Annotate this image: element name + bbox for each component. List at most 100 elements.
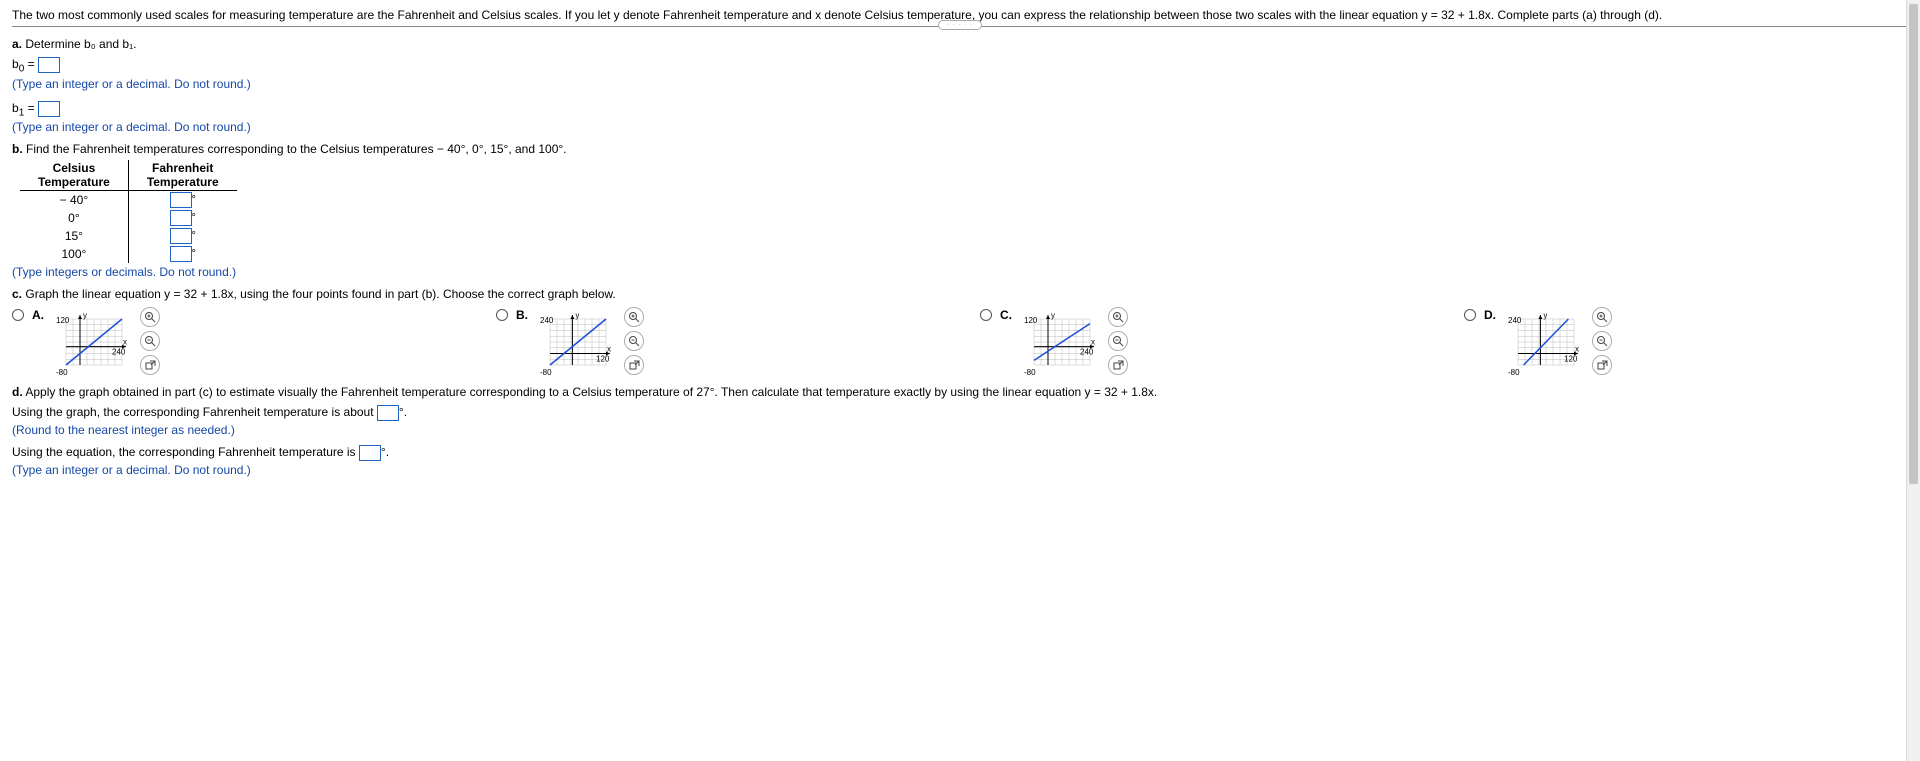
scrollbar-thumb[interactable] [1909, 4, 1918, 484]
svg-text:-80: -80 [540, 368, 552, 377]
radio-a[interactable] [12, 309, 24, 321]
popout-icon[interactable] [1592, 355, 1612, 375]
temperature-table: CelsiusTemperature FahrenheitTemperature… [20, 160, 237, 263]
zoom-in-icon[interactable] [140, 307, 160, 327]
svg-text:240: 240 [540, 316, 554, 325]
fahrenheit-input-3[interactable] [170, 246, 192, 262]
degree-symbol: ° [192, 230, 196, 242]
zoom-out-icon[interactable] [624, 331, 644, 351]
graph-thumbnail: y x 240 -80 120 [538, 307, 618, 377]
svg-text:-80: -80 [56, 368, 68, 377]
d-line2: Using the equation, the corresponding Fa… [12, 445, 1908, 461]
graph-tools [624, 307, 644, 375]
b0-input[interactable] [38, 57, 60, 73]
part-a-prefix: a. [12, 37, 22, 51]
degree-symbol: ° [192, 212, 196, 224]
celsius-cell: 100° [20, 245, 128, 263]
d-line2-pre: Using the equation, the corresponding Fa… [12, 445, 356, 459]
svg-text:y: y [575, 311, 579, 320]
part-d-prompt: d. Apply the graph obtained in part (c) … [12, 385, 1908, 399]
degree-symbol: ° [192, 194, 196, 206]
choice-label: C. [1000, 308, 1014, 322]
fahrenheit-input-0[interactable] [170, 192, 192, 208]
b1-label: b1 = [12, 101, 35, 115]
radio-b[interactable] [496, 309, 508, 321]
part-c-prefix: c. [12, 287, 22, 301]
celsius-cell: 15° [20, 227, 128, 245]
part-c-text: Graph the linear equation y = 32 + 1.8x,… [25, 287, 615, 301]
graph-svg: y x 120 -80 240 [54, 307, 134, 377]
zoom-in-icon[interactable] [1592, 307, 1612, 327]
graph-tools [140, 307, 160, 375]
radio-d[interactable] [1464, 309, 1476, 321]
b0-row: b0 = [12, 57, 1908, 75]
choice-label: A. [32, 308, 46, 322]
svg-text:120: 120 [1564, 355, 1578, 364]
popout-icon[interactable] [140, 355, 160, 375]
zoom-in-icon[interactable] [624, 307, 644, 327]
part-d-prefix: d. [12, 385, 23, 399]
part-a-text: Determine b₀ and b₁. [25, 37, 136, 51]
radio-c[interactable] [980, 309, 992, 321]
graph-thumbnail: y x 240 -80 120 [1506, 307, 1586, 377]
zoom-in-icon[interactable] [1108, 307, 1128, 327]
svg-text:y: y [1051, 311, 1055, 320]
graph-tools [1108, 307, 1128, 375]
d-line2-post: °. [381, 445, 389, 459]
zoom-out-icon[interactable] [140, 331, 160, 351]
svg-text:x: x [1091, 338, 1095, 347]
part-b-prefix: b. [12, 142, 23, 156]
svg-text:y: y [1543, 311, 1547, 320]
collapse-handle[interactable]: · · · · · [938, 20, 982, 30]
svg-text:y: y [83, 311, 87, 320]
b1-input[interactable] [38, 101, 60, 117]
choice-label: D. [1484, 308, 1498, 322]
part-d-text: Apply the graph obtained in part (c) to … [25, 385, 1157, 399]
header-fahrenheit: FahrenheitTemperature [128, 160, 236, 191]
table-row: 0° ° [20, 209, 237, 227]
d-line1-pre: Using the graph, the corresponding Fahre… [12, 405, 374, 419]
b0-label: b0 = [12, 57, 35, 71]
zoom-out-icon[interactable] [1108, 331, 1128, 351]
d-line1-post: °. [399, 405, 407, 419]
svg-text:120: 120 [1024, 316, 1038, 325]
d-graph-input[interactable] [377, 405, 399, 421]
celsius-cell: − 40° [20, 191, 128, 210]
table-row: 100° ° [20, 245, 237, 263]
choice-c: C. y x 120 -80 240 [980, 307, 1424, 377]
fahrenheit-input-2[interactable] [170, 228, 192, 244]
part-c-prompt: c. Graph the linear equation y = 32 + 1.… [12, 287, 1908, 301]
celsius-cell: 0° [20, 209, 128, 227]
graph-tools [1592, 307, 1612, 375]
choice-label: B. [516, 308, 530, 322]
d-hint2: (Type an integer or a decimal. Do not ro… [12, 463, 1908, 477]
svg-text:-80: -80 [1024, 368, 1036, 377]
b1-hint: (Type an integer or a decimal. Do not ro… [12, 120, 1908, 134]
choice-b: B. y x 240 -80 120 [496, 307, 940, 377]
svg-text:-80: -80 [1508, 368, 1520, 377]
svg-text:x: x [123, 338, 127, 347]
popout-icon[interactable] [624, 355, 644, 375]
svg-text:x: x [1575, 345, 1579, 354]
vertical-scrollbar[interactable] [1906, 0, 1920, 761]
graph-thumbnail: y x 120 -80 240 [1022, 307, 1102, 377]
popout-icon[interactable] [1108, 355, 1128, 375]
table-hint: (Type integers or decimals. Do not round… [12, 265, 1908, 279]
d-line1: Using the graph, the corresponding Fahre… [12, 405, 1908, 421]
graph-svg: y x 240 -80 120 [1506, 307, 1586, 377]
header-celsius: CelsiusTemperature [20, 160, 128, 191]
part-a-prompt: a. Determine b₀ and b₁. [12, 37, 1908, 51]
zoom-out-icon[interactable] [1592, 331, 1612, 351]
svg-text:240: 240 [1508, 316, 1522, 325]
svg-text:120: 120 [56, 316, 70, 325]
graph-svg: y x 240 -80 120 [538, 307, 618, 377]
d-hint1: (Round to the nearest integer as needed.… [12, 423, 1908, 437]
d-equation-input[interactable] [359, 445, 381, 461]
choice-d: D. y x 240 -80 120 [1464, 307, 1908, 377]
svg-text:240: 240 [1080, 348, 1094, 357]
svg-text:x: x [607, 345, 611, 354]
part-b-text: Find the Fahrenheit temperatures corresp… [26, 142, 567, 156]
svg-text:240: 240 [112, 348, 126, 357]
choice-a: A. y x 120 -80 240 [12, 307, 456, 377]
fahrenheit-input-1[interactable] [170, 210, 192, 226]
